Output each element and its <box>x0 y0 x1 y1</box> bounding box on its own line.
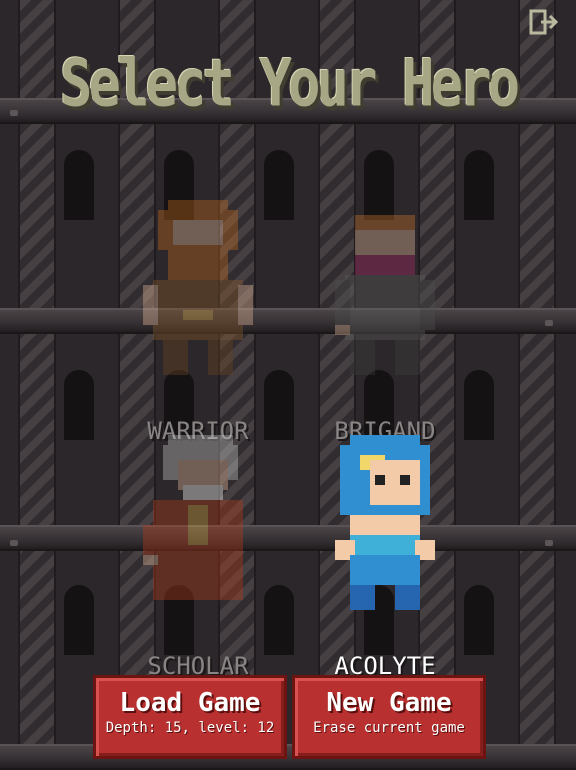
warrior-portrait <box>143 200 253 375</box>
new-game-info: Erase current game <box>313 720 465 736</box>
exit-icon <box>529 9 559 35</box>
acolyte-portrait <box>335 435 435 610</box>
new-game-button[interactable]: New Game Erase current game <box>292 675 486 759</box>
new-game-label: New Game <box>326 688 452 718</box>
load-game-button[interactable]: Load Game Depth: 15, level: 12 <box>93 675 287 759</box>
scholar-portrait <box>143 435 243 600</box>
hero-brigand[interactable]: BRIGAND <box>295 195 475 445</box>
hero-warrior[interactable]: WARRIOR <box>108 195 288 445</box>
brigand-portrait <box>335 215 435 375</box>
hero-scholar[interactable]: SCHOLAR <box>108 430 288 680</box>
hero-acolyte[interactable]: ACOLYTE <box>295 430 475 680</box>
page-title: Select Your Hero <box>59 45 520 122</box>
load-game-label: Load Game <box>119 688 261 718</box>
load-game-info: Depth: 15, level: 12 <box>105 720 275 736</box>
exit-button[interactable] <box>526 6 562 38</box>
